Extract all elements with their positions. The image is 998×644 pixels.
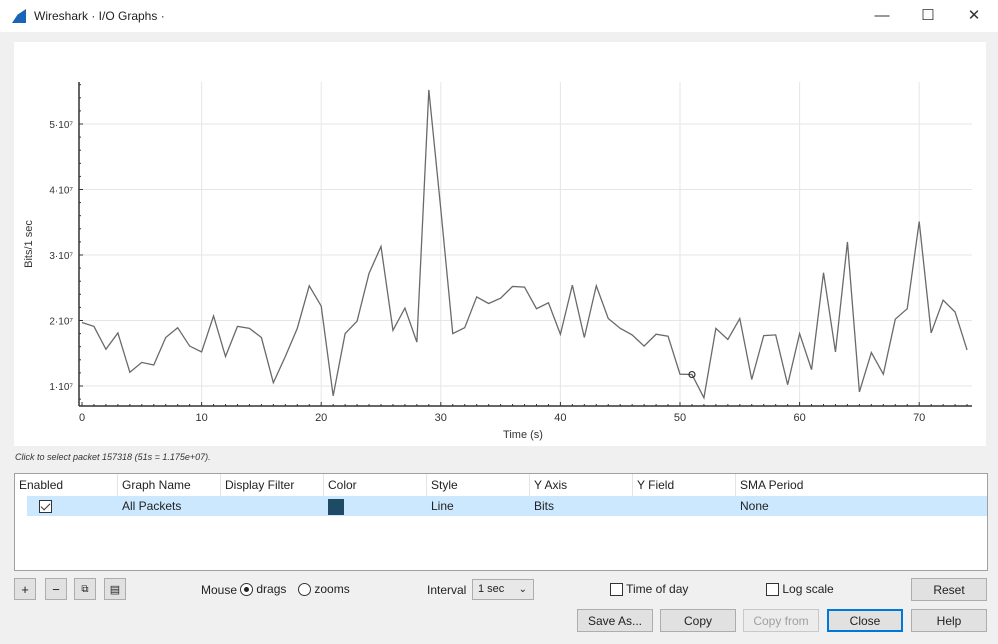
- col-graph-name[interactable]: Graph Name: [118, 474, 221, 496]
- axes: 0 10 20 30 40 50 60 70 1·10⁷ 2·10⁷ 3·10⁷ 4·10⁷ 5·10⁷: [49, 82, 972, 424]
- x-tick-label: 20: [315, 412, 327, 424]
- interval-value: 1 sec: [478, 583, 505, 595]
- log-scale-check[interactable]: [766, 583, 779, 597]
- reset-button[interactable]: Reset: [911, 578, 987, 601]
- col-sma-period[interactable]: SMA Period: [736, 474, 886, 496]
- x-axis-label: Time (s): [503, 429, 543, 441]
- time-of-day-checkbox[interactable]: Time of day: [610, 582, 689, 597]
- col-color[interactable]: Color: [324, 474, 427, 496]
- grid: [79, 82, 972, 406]
- copy-from-button[interactable]: Copy from: [743, 609, 819, 632]
- x-tick-label: 0: [79, 412, 85, 424]
- col-y-field[interactable]: Y Field: [633, 474, 736, 496]
- zooms-label: zooms: [314, 582, 350, 596]
- col-enabled[interactable]: Enabled: [15, 474, 118, 496]
- y-tick-label: 3·10⁷: [49, 251, 73, 262]
- drags-label: drags: [256, 582, 287, 596]
- x-tick-label: 70: [913, 412, 925, 424]
- log-scale-checkbox[interactable]: Log scale: [766, 582, 834, 597]
- clear-graphs-button[interactable]: ▤: [104, 578, 126, 600]
- y-tick-label: 1·10⁷: [49, 382, 73, 393]
- drags-radio[interactable]: drags: [240, 582, 287, 597]
- time-of-day-check[interactable]: [610, 583, 623, 597]
- display-filter-cell[interactable]: [221, 496, 324, 516]
- col-display-filter[interactable]: Display Filter: [221, 474, 324, 496]
- zooms-radio-button[interactable]: [298, 583, 311, 597]
- remove-graph-button[interactable]: −: [45, 578, 67, 600]
- series-all-packets: [81, 89, 968, 400]
- help-button[interactable]: Help: [911, 609, 987, 632]
- y-axis-label: Bits/1 sec: [23, 220, 35, 268]
- y-tick-label: 4·10⁷: [49, 186, 73, 197]
- table-row[interactable]: All Packets Line Bits None: [27, 496, 987, 516]
- graph-table[interactable]: Enabled Graph Name Display Filter Color …: [14, 473, 988, 571]
- copy-button[interactable]: Copy: [660, 609, 736, 632]
- col-y-axis[interactable]: Y Axis: [530, 474, 633, 496]
- duplicate-graph-button[interactable]: ⧉: [74, 578, 96, 600]
- save-as-button[interactable]: Save As...: [577, 609, 653, 632]
- x-tick-label: 10: [195, 412, 207, 424]
- enabled-checkbox[interactable]: [39, 500, 52, 514]
- add-graph-button[interactable]: +: [14, 578, 36, 600]
- col-style[interactable]: Style: [427, 474, 530, 496]
- time-of-day-label: Time of day: [626, 582, 689, 596]
- y-axis-cell[interactable]: Bits: [530, 496, 633, 516]
- x-tick-label: 50: [674, 412, 686, 424]
- y-tick-label: 2·10⁷: [49, 317, 73, 328]
- status-text: Click to select packet 157318 (51s = 1.1…: [15, 452, 211, 462]
- x-tick-label: 40: [554, 412, 566, 424]
- x-tick-label: 60: [793, 412, 805, 424]
- series-line: [81, 89, 968, 400]
- drags-radio-button[interactable]: [240, 583, 253, 597]
- chevron-down-icon: ⌄: [518, 584, 527, 595]
- clear-icon: ▤: [109, 583, 121, 596]
- mouse-label: Mouse: [201, 583, 238, 597]
- style-cell[interactable]: Line: [427, 496, 530, 516]
- y-tick-label: 5·10⁷: [49, 120, 73, 131]
- zooms-radio[interactable]: zooms: [298, 582, 350, 597]
- duplicate-icon: ⧉: [81, 583, 89, 595]
- interval-select[interactable]: 1 sec ⌄: [472, 579, 534, 600]
- x-tick-label: 30: [435, 412, 447, 424]
- y-field-cell[interactable]: [633, 496, 736, 516]
- sma-period-cell[interactable]: None: [736, 496, 987, 516]
- graph-name-cell[interactable]: All Packets: [118, 496, 221, 516]
- close-button[interactable]: Close: [827, 609, 903, 632]
- interval-label: Interval: [427, 583, 467, 597]
- io-graph[interactable]: 0 10 20 30 40 50 60 70 1·10⁷ 2·10⁷ 3·10⁷ 4·10⁷ 5·10⁷…: [0, 0, 998, 450]
- table-header: Enabled Graph Name Display Filter Color …: [15, 474, 987, 496]
- log-scale-label: Log scale: [782, 582, 834, 596]
- color-swatch[interactable]: [328, 498, 344, 515]
